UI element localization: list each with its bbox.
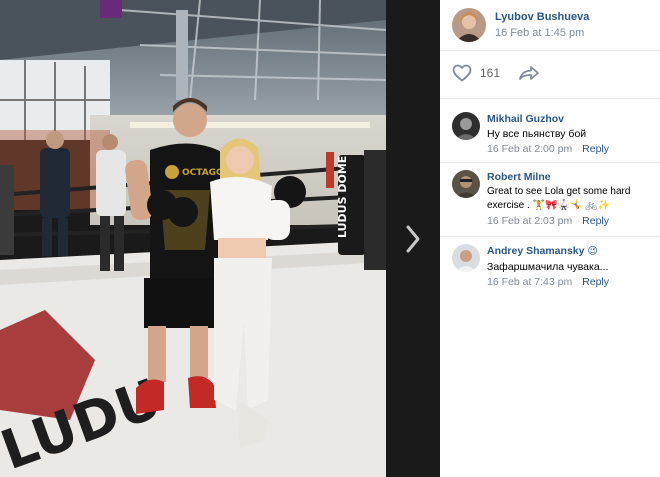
author-avatar[interactable] bbox=[452, 8, 486, 42]
comment-date[interactable]: 16 Feb at 7:43 pm bbox=[487, 276, 572, 288]
comment-text: Great to see Lola get some hard exercise… bbox=[487, 186, 631, 211]
divider bbox=[440, 236, 660, 237]
commenter-avatar[interactable] bbox=[452, 112, 480, 140]
heart-outline-icon bbox=[452, 64, 472, 82]
reply-button[interactable]: Reply bbox=[582, 215, 609, 227]
comment-text: Зафаршмачила чувака... bbox=[487, 261, 609, 273]
comment-item: Robert Milne Great to see Lola get some … bbox=[452, 170, 660, 230]
ring-banner-text: LUDUS DOME bbox=[336, 156, 349, 238]
post-photo[interactable]: LUDU LUDUS DOME OCTAGON bbox=[0, 0, 386, 477]
comment-text: Ну все пьянству бой bbox=[487, 128, 587, 140]
share-arrow-icon bbox=[519, 66, 539, 80]
divider bbox=[440, 50, 660, 51]
commenter-avatar[interactable] bbox=[452, 244, 480, 272]
post-actions: 161 bbox=[452, 64, 540, 82]
divider bbox=[440, 98, 660, 99]
chevron-right-icon bbox=[406, 225, 420, 252]
comment-item: Mikhail Guzhov Ну все пьянству бой 16 Fe… bbox=[452, 112, 660, 156]
commenter-name-link[interactable]: Robert Milne bbox=[487, 170, 657, 184]
author-name-link[interactable]: Lyubov Bushueva bbox=[495, 10, 589, 24]
share-button[interactable] bbox=[518, 65, 540, 81]
like-button[interactable]: 161 bbox=[452, 64, 500, 82]
reply-button[interactable]: Reply bbox=[582, 143, 609, 155]
wink-emoji-icon: 😉 bbox=[587, 246, 598, 257]
like-count: 161 bbox=[480, 66, 501, 80]
commenter-name-link[interactable]: Andrey Shamansky bbox=[487, 245, 584, 257]
comment-date[interactable]: 16 Feb at 2:03 pm bbox=[487, 215, 572, 227]
comment-item: Andrey Shamansky 😉 Зафаршмачила чувака..… bbox=[452, 244, 660, 290]
divider bbox=[440, 162, 660, 163]
post-sidebar: Lyubov Bushueva 16 Feb at 1:45 pm 161 Mi… bbox=[440, 0, 660, 477]
photo-viewer: LUDU LUDUS DOME OCTAGON bbox=[0, 0, 440, 477]
reply-button[interactable]: Reply bbox=[582, 276, 609, 288]
post-date[interactable]: 16 Feb at 1:45 pm bbox=[495, 26, 589, 40]
comment-date[interactable]: 16 Feb at 2:00 pm bbox=[487, 143, 572, 155]
commenter-avatar[interactable] bbox=[452, 170, 480, 198]
commenter-name-link[interactable]: Mikhail Guzhov bbox=[487, 112, 657, 126]
next-photo-button[interactable] bbox=[386, 0, 440, 477]
post-author: Lyubov Bushueva 16 Feb at 1:45 pm bbox=[452, 8, 589, 42]
boxing-gym-photo: LUDU LUDUS DOME OCTAGON bbox=[0, 0, 386, 477]
